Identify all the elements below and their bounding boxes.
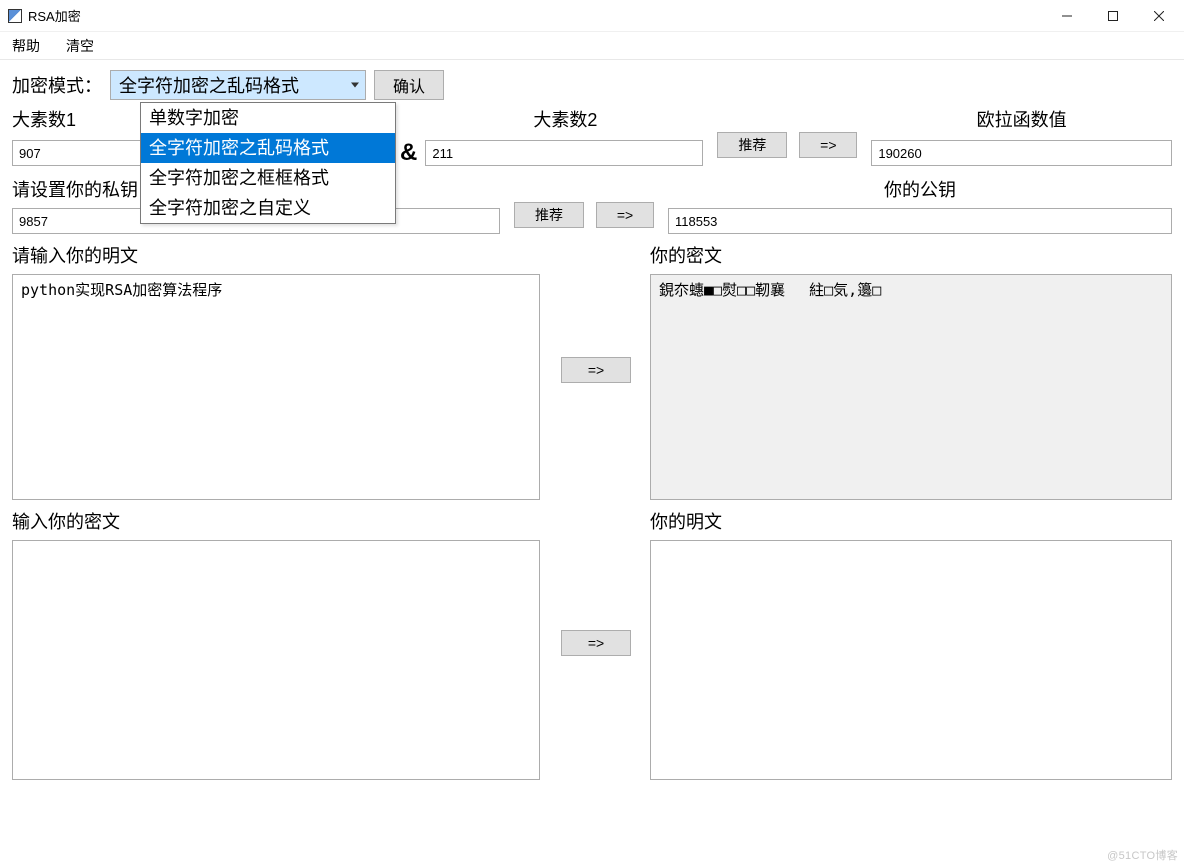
mode-combobox[interactable]: 全字符加密之乱码格式 xyxy=(110,70,366,100)
plaintext-output[interactable] xyxy=(650,540,1172,780)
minimize-button[interactable] xyxy=(1044,0,1090,32)
watermark-text: @51CTO博客 xyxy=(1107,847,1178,863)
prime2-label: 大素数2 xyxy=(425,106,705,132)
window-controls xyxy=(1044,0,1182,32)
recommend-key-button[interactable]: 推荐 xyxy=(514,202,584,228)
public-key-output[interactable] xyxy=(668,208,1172,234)
mode-option-0[interactable]: 单数字加密 xyxy=(141,103,395,133)
compute-pubkey-button[interactable]: => xyxy=(596,202,654,228)
confirm-button[interactable]: 确认 xyxy=(374,70,444,100)
ciphertext-output[interactable]: 鋧夵蟪■□熨□□靭襄 紸□気,籩□ xyxy=(650,274,1172,500)
content-area: 加密模式： 全字符加密之乱码格式 确认 单数字加密 全字符加密之乱码格式 全字符… xyxy=(0,60,1184,780)
ciphertext-output-label: 你的密文 xyxy=(650,242,1172,268)
app-icon xyxy=(8,9,22,23)
ciphertext-input-label: 输入你的密文 xyxy=(12,508,542,534)
menubar: 帮助 清空 xyxy=(0,32,1184,60)
plaintext-input[interactable]: python实现RSA加密算法程序 xyxy=(12,274,540,500)
euler-label: 欧拉函数值 xyxy=(871,106,1172,132)
window-title: RSA加密 xyxy=(28,6,81,25)
plaintext-output-label: 你的明文 xyxy=(650,508,1172,534)
ciphertext-input[interactable] xyxy=(12,540,540,780)
mode-dropdown: 单数字加密 全字符加密之乱码格式 全字符加密之框框格式 全字符加密之自定义 xyxy=(140,102,396,224)
decrypt-row: 输入你的密文 => 你的明文 xyxy=(12,508,1172,780)
recommend-primes-button[interactable]: 推荐 xyxy=(717,132,787,158)
mode-option-1[interactable]: 全字符加密之乱码格式 xyxy=(141,133,395,163)
public-key-label: 你的公钥 xyxy=(668,176,1172,202)
mode-label: 加密模式： xyxy=(12,72,102,98)
compute-euler-button[interactable]: => xyxy=(799,132,857,158)
plaintext-label: 请输入你的明文 xyxy=(12,242,542,268)
mode-option-3[interactable]: 全字符加密之自定义 xyxy=(141,193,395,223)
mode-option-2[interactable]: 全字符加密之框框格式 xyxy=(141,163,395,193)
euler-output[interactable] xyxy=(871,140,1172,166)
menu-clear[interactable]: 清空 xyxy=(62,33,98,59)
mode-selected-text: 全字符加密之乱码格式 xyxy=(119,72,299,98)
menu-help[interactable]: 帮助 xyxy=(8,33,44,59)
decrypt-button[interactable]: => xyxy=(561,630,631,656)
prime2-input[interactable] xyxy=(425,140,703,166)
encrypt-row: 请输入你的明文 python实现RSA加密算法程序 => 你的密文 鋧夵蟪■□熨… xyxy=(12,242,1172,500)
encrypt-button[interactable]: => xyxy=(561,357,631,383)
close-button[interactable] xyxy=(1136,0,1182,32)
mode-row: 加密模式： 全字符加密之乱码格式 确认 单数字加密 全字符加密之乱码格式 全字符… xyxy=(12,70,1172,100)
titlebar: RSA加密 xyxy=(0,0,1184,32)
and-symbol: & xyxy=(392,139,425,167)
maximize-button[interactable] xyxy=(1090,0,1136,32)
